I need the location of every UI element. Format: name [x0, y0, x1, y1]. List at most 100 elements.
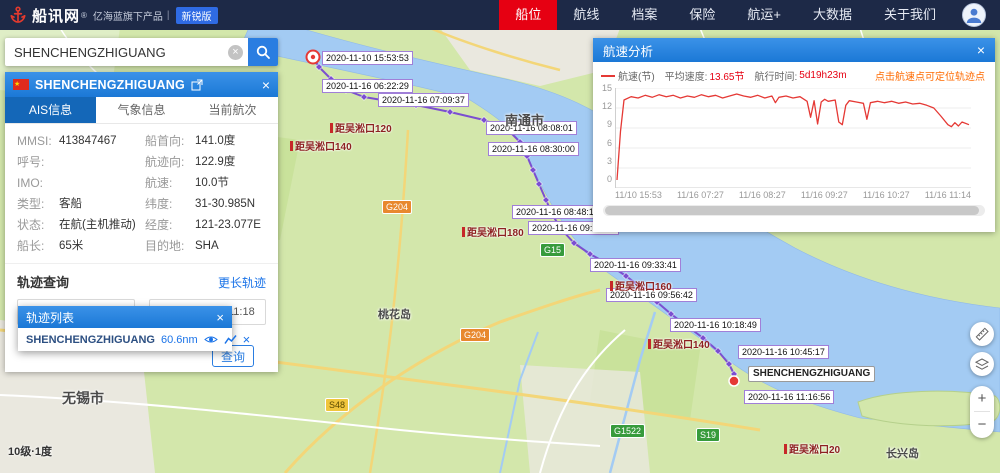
avg-speed-label: 平均速度:	[665, 68, 708, 83]
field-value: 在航(主机推动)	[59, 218, 145, 232]
chart-hint-text: 点击航速点可定位轨迹点	[875, 68, 985, 83]
field-value: 65米	[59, 239, 145, 253]
search-bar: ×	[5, 38, 278, 66]
track-query-row: 轨迹查询 更长轨迹	[5, 263, 278, 297]
registered-mark: ®	[81, 11, 87, 20]
track-list-header: 轨迹列表 ×	[18, 306, 232, 328]
layers-button[interactable]	[970, 352, 994, 376]
x-axis-label: 11/10 15:53	[615, 190, 662, 200]
field-value: 122.9度	[195, 155, 268, 169]
chart-legend: 航速(节) 平均速度: 13.65节 航行时间: 5d19h23m 点击航速点可…	[593, 62, 995, 86]
search-icon	[255, 44, 271, 60]
chart-scrollbar-thumb[interactable]	[605, 206, 979, 215]
field-label: 目的地:	[145, 239, 195, 253]
clear-search-icon[interactable]: ×	[228, 45, 243, 60]
visibility-eye-icon[interactable]	[204, 334, 218, 345]
field-label: 状态:	[17, 218, 59, 232]
field-value: 413847467	[59, 134, 145, 148]
user-avatar[interactable]	[962, 3, 986, 27]
x-axis-label: 11/16 07:27	[677, 190, 724, 200]
field-value: 121-23.077E	[195, 218, 268, 232]
field-label: 类型:	[17, 197, 59, 211]
zoom-control: + −	[970, 386, 994, 438]
nav-item-7[interactable]: 关于我们	[868, 0, 952, 30]
top-navbar: 船讯网 ® 亿海蓝旗下产品 | 新锐版 船位航线档案保险航运+大数据关于我们	[0, 0, 1000, 30]
nav-item-2[interactable]: 航线	[557, 0, 615, 30]
duration-label: 航行时间:	[754, 68, 797, 83]
zoom-in-button[interactable]: +	[970, 386, 994, 411]
search-button[interactable]	[248, 38, 278, 66]
version-badge[interactable]: 新锐版	[176, 7, 218, 24]
speed-panel-header: 航速分析 ×	[593, 38, 995, 62]
longer-track-link[interactable]: 更长轨迹	[218, 274, 266, 291]
track-list-popup: 轨迹列表 × SHENCHENGZHIGUANG 60.6nm ×	[18, 306, 232, 351]
speed-chart-icon[interactable]	[224, 334, 237, 345]
site-name: 船讯网	[32, 5, 80, 26]
brand-tagline: 亿海蓝旗下产品	[93, 8, 163, 23]
legend-line-swatch	[601, 75, 615, 77]
china-flag-icon: ★	[13, 79, 29, 90]
field-value	[59, 155, 145, 169]
y-axis-labels: 15129630	[597, 84, 615, 184]
nav-item-5[interactable]: 航运+	[731, 0, 797, 30]
tab-3[interactable]: 当前航次	[187, 97, 278, 123]
anchor-logo-icon	[8, 5, 28, 25]
field-label: 船长:	[17, 239, 59, 253]
ship-name-title: SHENCHENGZHIGUANG	[35, 78, 185, 92]
field-label: MMSI:	[17, 134, 59, 148]
legend-label: 航速(节)	[618, 68, 655, 83]
field-label: 航速:	[145, 176, 195, 190]
ship-panel-tabs: AIS信息气象信息当前航次	[5, 97, 278, 124]
field-label: 纬度:	[145, 197, 195, 211]
close-track-list-icon[interactable]: ×	[216, 311, 224, 324]
main-nav: 船位航线档案保险航运+大数据关于我们	[499, 0, 952, 30]
avg-speed-value: 13.65节	[709, 68, 744, 83]
close-speed-panel-icon[interactable]: ×	[977, 43, 985, 57]
map-zoom-level: 10级·1度	[8, 443, 52, 459]
nav-item-1[interactable]: 船位	[499, 0, 557, 30]
ship-panel-header: ★ SHENCHENGZHIGUANG ×	[5, 72, 278, 97]
nav-item-3[interactable]: 档案	[615, 0, 673, 30]
ship-search-input[interactable]	[5, 45, 228, 60]
track-query-title: 轨迹查询	[17, 272, 69, 291]
zoom-out-button[interactable]: −	[970, 412, 994, 437]
x-axis-labels: 11/10 15:5311/16 07:2711/16 08:2711/16 0…	[615, 188, 971, 200]
x-axis-label: 11/16 09:27	[801, 190, 848, 200]
speed-line-chart[interactable]	[615, 88, 971, 188]
tab-2[interactable]: 气象信息	[96, 97, 187, 123]
field-value: 客船	[59, 197, 145, 211]
duration-value: 5d19h23m	[799, 70, 846, 81]
x-axis-label: 11/16 10:27	[863, 190, 910, 200]
speed-chart[interactable]: 15129630	[593, 86, 995, 188]
speed-panel-title: 航速分析	[603, 41, 653, 60]
app-window: 2020-11-10 15:53:532020-11-16 06:22:2920…	[0, 0, 1000, 473]
track-list-row[interactable]: SHENCHENGZHIGUANG 60.6nm ×	[18, 328, 232, 351]
ruler-icon	[975, 327, 989, 341]
nav-item-4[interactable]: 保险	[673, 0, 731, 30]
field-label: 呼号:	[17, 155, 59, 169]
field-label: 航迹向:	[145, 155, 195, 169]
field-label: IMO:	[17, 176, 59, 190]
track-ship-name: SHENCHENGZHIGUANG	[26, 334, 155, 346]
field-value: SHA	[195, 239, 268, 253]
tab-1[interactable]: AIS信息	[5, 97, 96, 123]
x-axis-label: 11/16 11:14	[925, 190, 971, 200]
chart-scrollbar	[603, 205, 985, 216]
field-label: 船首向:	[145, 134, 195, 148]
track-distance: 60.6nm	[161, 334, 198, 346]
track-list-title: 轨迹列表	[26, 309, 74, 326]
nav-item-6[interactable]: 大数据	[797, 0, 868, 30]
external-link-icon[interactable]	[191, 79, 203, 91]
brand[interactable]: 船讯网 ® 亿海蓝旗下产品 | 新锐版	[0, 5, 218, 26]
remove-track-icon[interactable]: ×	[243, 333, 251, 346]
field-label: 经度:	[145, 218, 195, 232]
close-ship-panel-icon[interactable]: ×	[262, 78, 270, 92]
field-value	[59, 176, 145, 190]
ship-attributes: MMSI:413847467船首向:141.0度呼号: 航迹向:122.9度 IMO…	[5, 124, 278, 261]
brand-divider: |	[167, 10, 170, 21]
layers-icon	[975, 358, 989, 371]
measure-tool-button[interactable]	[970, 322, 994, 346]
field-value: 141.0度	[195, 134, 268, 148]
field-value: 31-30.985N	[195, 197, 268, 211]
field-value: 10.0节	[195, 176, 268, 190]
